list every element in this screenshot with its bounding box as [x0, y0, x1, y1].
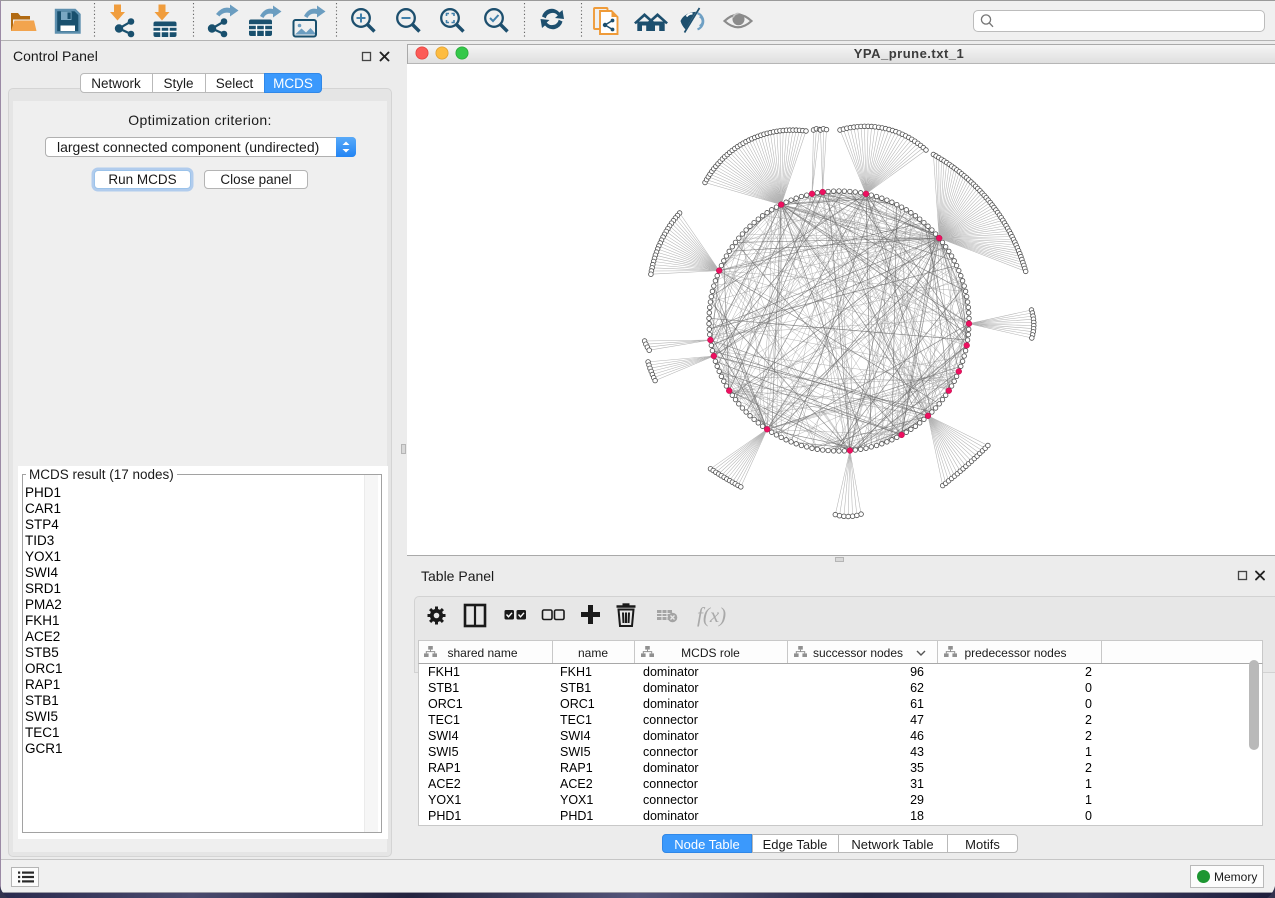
- svg-text:f(x): f(x): [697, 603, 726, 627]
